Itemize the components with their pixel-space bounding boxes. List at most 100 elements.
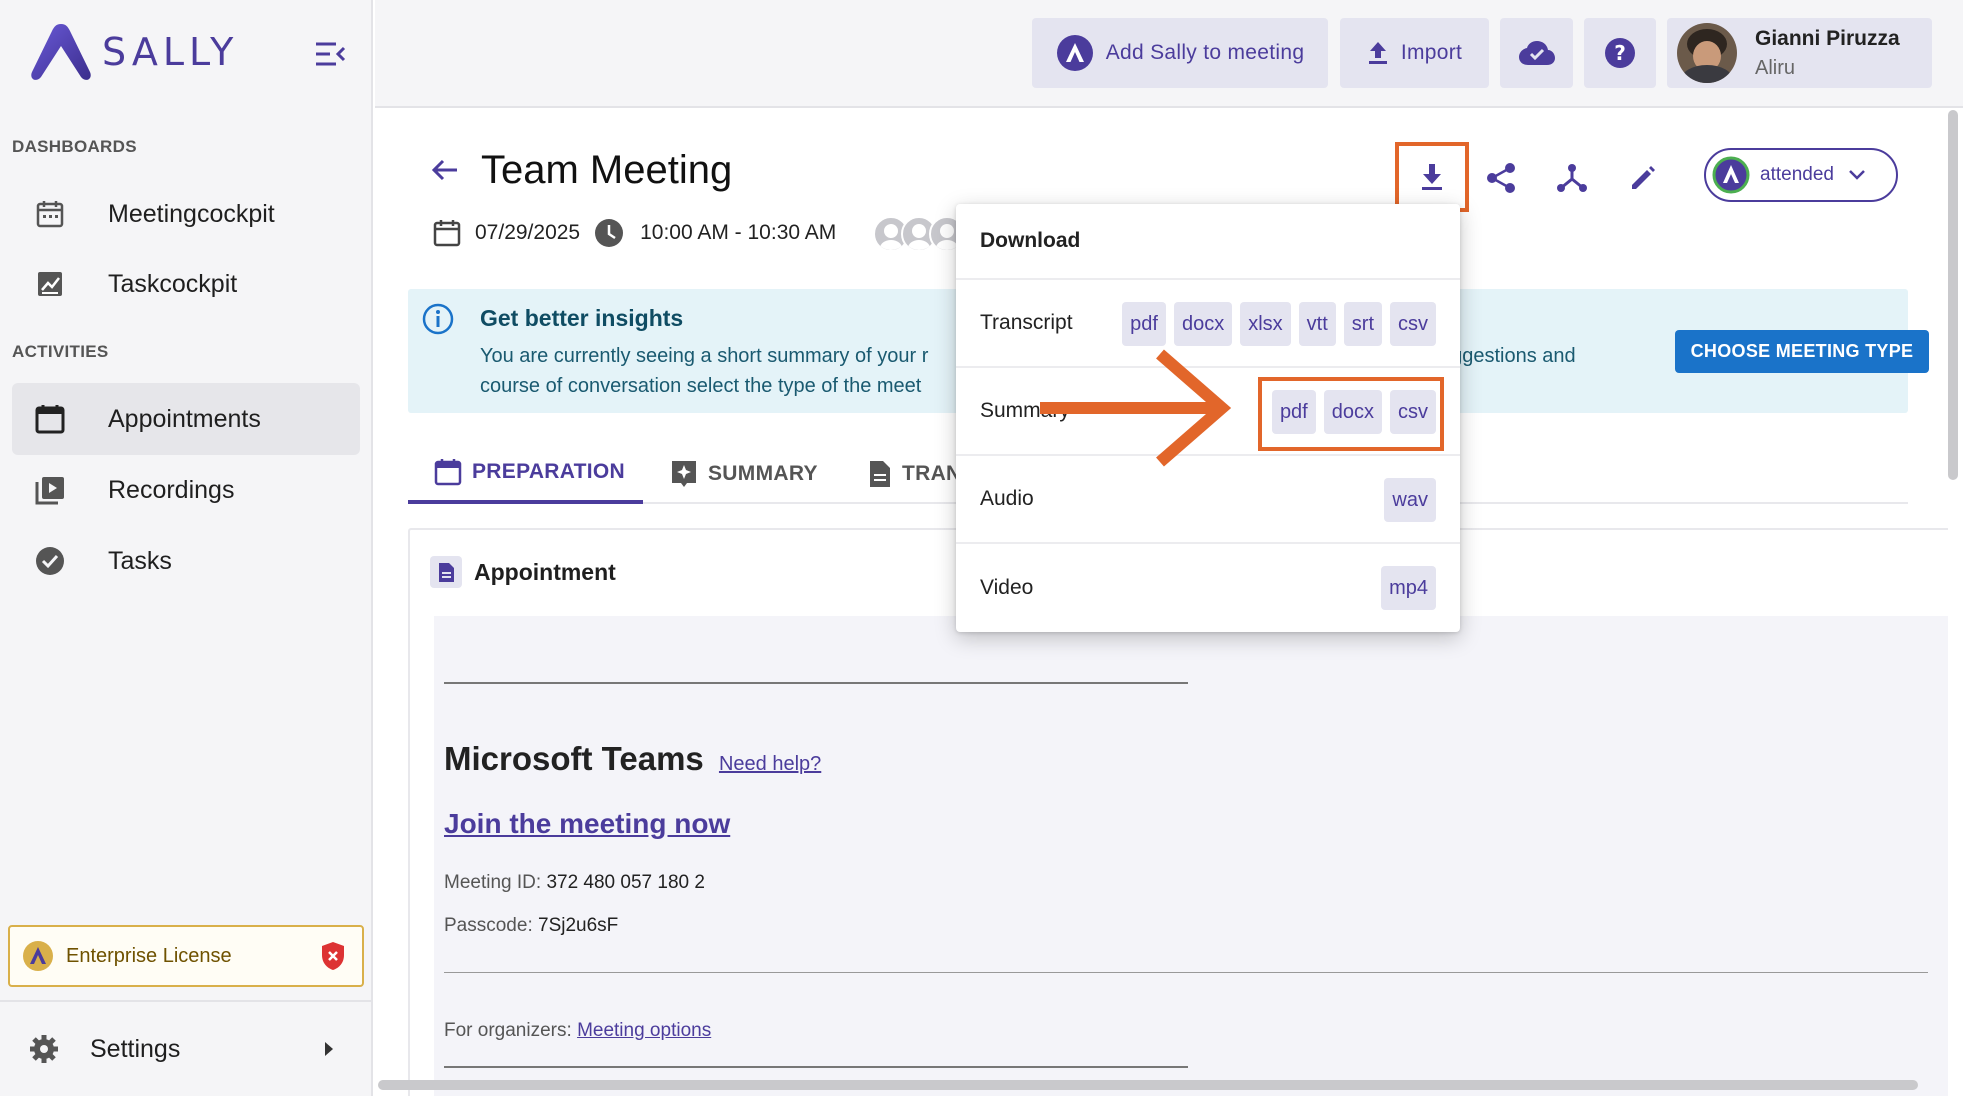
sally-logo[interactable]: SALLY bbox=[28, 22, 238, 82]
document-icon bbox=[870, 461, 890, 487]
cloud-check-icon bbox=[1518, 41, 1555, 65]
join-meeting-link[interactable]: Join the meeting now bbox=[444, 808, 730, 840]
settings-label: Settings bbox=[90, 1034, 181, 1063]
enterprise-license-badge[interactable]: Enterprise License bbox=[8, 925, 364, 987]
meeting-options-link[interactable]: Meeting options bbox=[577, 1020, 711, 1041]
import-button[interactable]: Import bbox=[1340, 18, 1489, 88]
download-row-label: Video bbox=[980, 576, 1034, 599]
edit-pencil-icon[interactable] bbox=[1621, 156, 1665, 200]
divider bbox=[444, 682, 1188, 684]
meeting-id-label: Meeting ID: bbox=[444, 872, 542, 893]
download-button[interactable] bbox=[1395, 142, 1469, 212]
add-sally-label: Add Sally to meeting bbox=[1105, 41, 1305, 64]
svg-text:?: ? bbox=[1614, 41, 1626, 65]
settings-button[interactable]: Settings bbox=[0, 1000, 372, 1096]
sidebar-item-label: Recordings bbox=[108, 475, 235, 504]
transcript-srt-option[interactable]: srt bbox=[1343, 302, 1382, 346]
sidebar-item-recordings[interactable]: Recordings bbox=[12, 454, 360, 526]
add-sally-to-meeting-button[interactable]: Add Sally to meeting bbox=[1032, 18, 1328, 88]
back-arrow-icon[interactable] bbox=[431, 158, 459, 182]
status-value: attended bbox=[1760, 164, 1834, 185]
help-button[interactable]: ? bbox=[1584, 18, 1656, 88]
brand-name: SALLY bbox=[102, 30, 239, 74]
appointment-heading: Appointment bbox=[474, 558, 616, 585]
banner-title: Get better insights bbox=[480, 305, 684, 331]
transcript-vtt-option[interactable]: vtt bbox=[1298, 302, 1336, 346]
tab-label: TRAN bbox=[902, 462, 962, 485]
download-row-video: Video mp4 bbox=[956, 544, 1460, 632]
participants-avatars[interactable] bbox=[873, 216, 965, 252]
tab-label: PREPARATION bbox=[472, 460, 626, 483]
appointment-body: Microsoft Teams Need help? Join the meet… bbox=[434, 616, 1948, 1096]
attendance-status-select[interactable]: attended bbox=[1704, 148, 1898, 202]
organizers-label: For organizers: bbox=[444, 1020, 572, 1041]
summary-formats-highlight bbox=[1258, 377, 1444, 451]
transcript-csv-option[interactable]: csv bbox=[1390, 302, 1436, 346]
calendar-icon bbox=[32, 196, 68, 232]
top-bar: Add Sally to meeting Import ? Gianni Pir… bbox=[375, 0, 1963, 108]
audio-wav-option[interactable]: wav bbox=[1384, 478, 1436, 522]
download-row-label: Transcript bbox=[980, 311, 1073, 334]
teams-title: Microsoft Teams Need help? bbox=[444, 740, 821, 778]
avatar bbox=[1677, 23, 1737, 83]
horizontal-scrollbar[interactable] bbox=[378, 1080, 1918, 1090]
license-label: Enterprise License bbox=[66, 944, 232, 967]
user-name: Gianni Piruzza bbox=[1755, 26, 1900, 50]
meeting-time: 10:00 AM - 10:30 AM bbox=[640, 221, 837, 244]
meeting-id-value: 372 480 057 180 2 bbox=[546, 872, 705, 893]
gear-icon bbox=[28, 1033, 60, 1065]
video-mp4-option[interactable]: mp4 bbox=[1381, 566, 1436, 610]
transcript-xlsx-option[interactable]: xlsx bbox=[1240, 302, 1291, 346]
license-icon bbox=[22, 940, 54, 972]
summary-sparkle-icon bbox=[672, 461, 696, 487]
need-help-link[interactable]: Need help? bbox=[719, 753, 821, 775]
share-icon[interactable] bbox=[1479, 156, 1523, 200]
tab-preparation[interactable]: PREPARATION bbox=[408, 444, 643, 504]
calendar-icon bbox=[32, 401, 68, 437]
document-icon bbox=[430, 556, 462, 588]
tab-summary[interactable]: SUMMARY bbox=[670, 444, 818, 504]
tab-transcript[interactable]: TRAN bbox=[868, 444, 962, 504]
import-label: Import bbox=[1400, 41, 1463, 64]
banner-text-line2: course of conversation select the type o… bbox=[480, 375, 922, 397]
appointment-header: Appointment bbox=[430, 556, 616, 588]
teams-title-text: Microsoft Teams bbox=[444, 740, 704, 777]
sidebar-item-label: Meetingcockpit bbox=[108, 199, 275, 228]
download-icon bbox=[1422, 164, 1442, 190]
organizers-row: For organizers: Meeting options bbox=[444, 1020, 711, 1042]
meeting-meta: 07/29/2025 10:00 AM - 10:30 AM bbox=[433, 218, 836, 248]
orange-arrow-icon bbox=[1040, 349, 1232, 467]
divider bbox=[444, 1066, 1188, 1068]
calendar-icon bbox=[433, 220, 461, 247]
cloud-sync-button[interactable] bbox=[1500, 18, 1573, 88]
meeting-date: 07/29/2025 bbox=[475, 221, 581, 244]
passcode-label: Passcode: bbox=[444, 915, 533, 936]
video-library-icon bbox=[32, 472, 68, 508]
clock-icon bbox=[595, 219, 624, 247]
chart-icon bbox=[32, 266, 68, 302]
collapse-menu-icon[interactable] bbox=[314, 40, 346, 68]
sally-status-icon bbox=[1712, 156, 1750, 194]
passcode-value: 7Sj2u6sF bbox=[538, 915, 619, 936]
choose-meeting-type-button[interactable]: CHOOSE MEETING TYPE bbox=[1675, 330, 1929, 373]
user-organization: Aliru bbox=[1755, 56, 1796, 79]
sidebar: SALLY DASHBOARDS Meetingcockpit Taskcock… bbox=[0, 0, 373, 1096]
sidebar-item-tasks[interactable]: Tasks bbox=[12, 525, 360, 597]
user-menu[interactable]: Gianni Piruzza Aliru bbox=[1667, 18, 1932, 88]
transcript-docx-option[interactable]: docx bbox=[1173, 302, 1233, 346]
sidebar-item-label: Appointments bbox=[108, 404, 261, 433]
sally-icon bbox=[1056, 35, 1093, 71]
sally-logo-icon bbox=[31, 24, 91, 80]
download-menu-title: Download bbox=[956, 204, 1460, 280]
vertical-scrollbar[interactable] bbox=[1948, 110, 1958, 480]
passcode-row: Passcode: 7Sj2u6sF bbox=[444, 915, 618, 937]
check-circle-icon bbox=[32, 543, 68, 579]
merge-icon[interactable] bbox=[1550, 156, 1594, 200]
activities-section-label: ACTIVITIES bbox=[12, 342, 109, 361]
sidebar-item-appointments[interactable]: Appointments bbox=[12, 383, 360, 455]
download-row-label: Audio bbox=[980, 487, 1034, 510]
sidebar-item-meetingcockpit[interactable]: Meetingcockpit bbox=[12, 178, 360, 250]
sidebar-item-taskcockpit[interactable]: Taskcockpit bbox=[12, 248, 360, 320]
transcript-pdf-option[interactable]: pdf bbox=[1122, 302, 1166, 346]
chevron-right-icon bbox=[324, 1041, 334, 1057]
